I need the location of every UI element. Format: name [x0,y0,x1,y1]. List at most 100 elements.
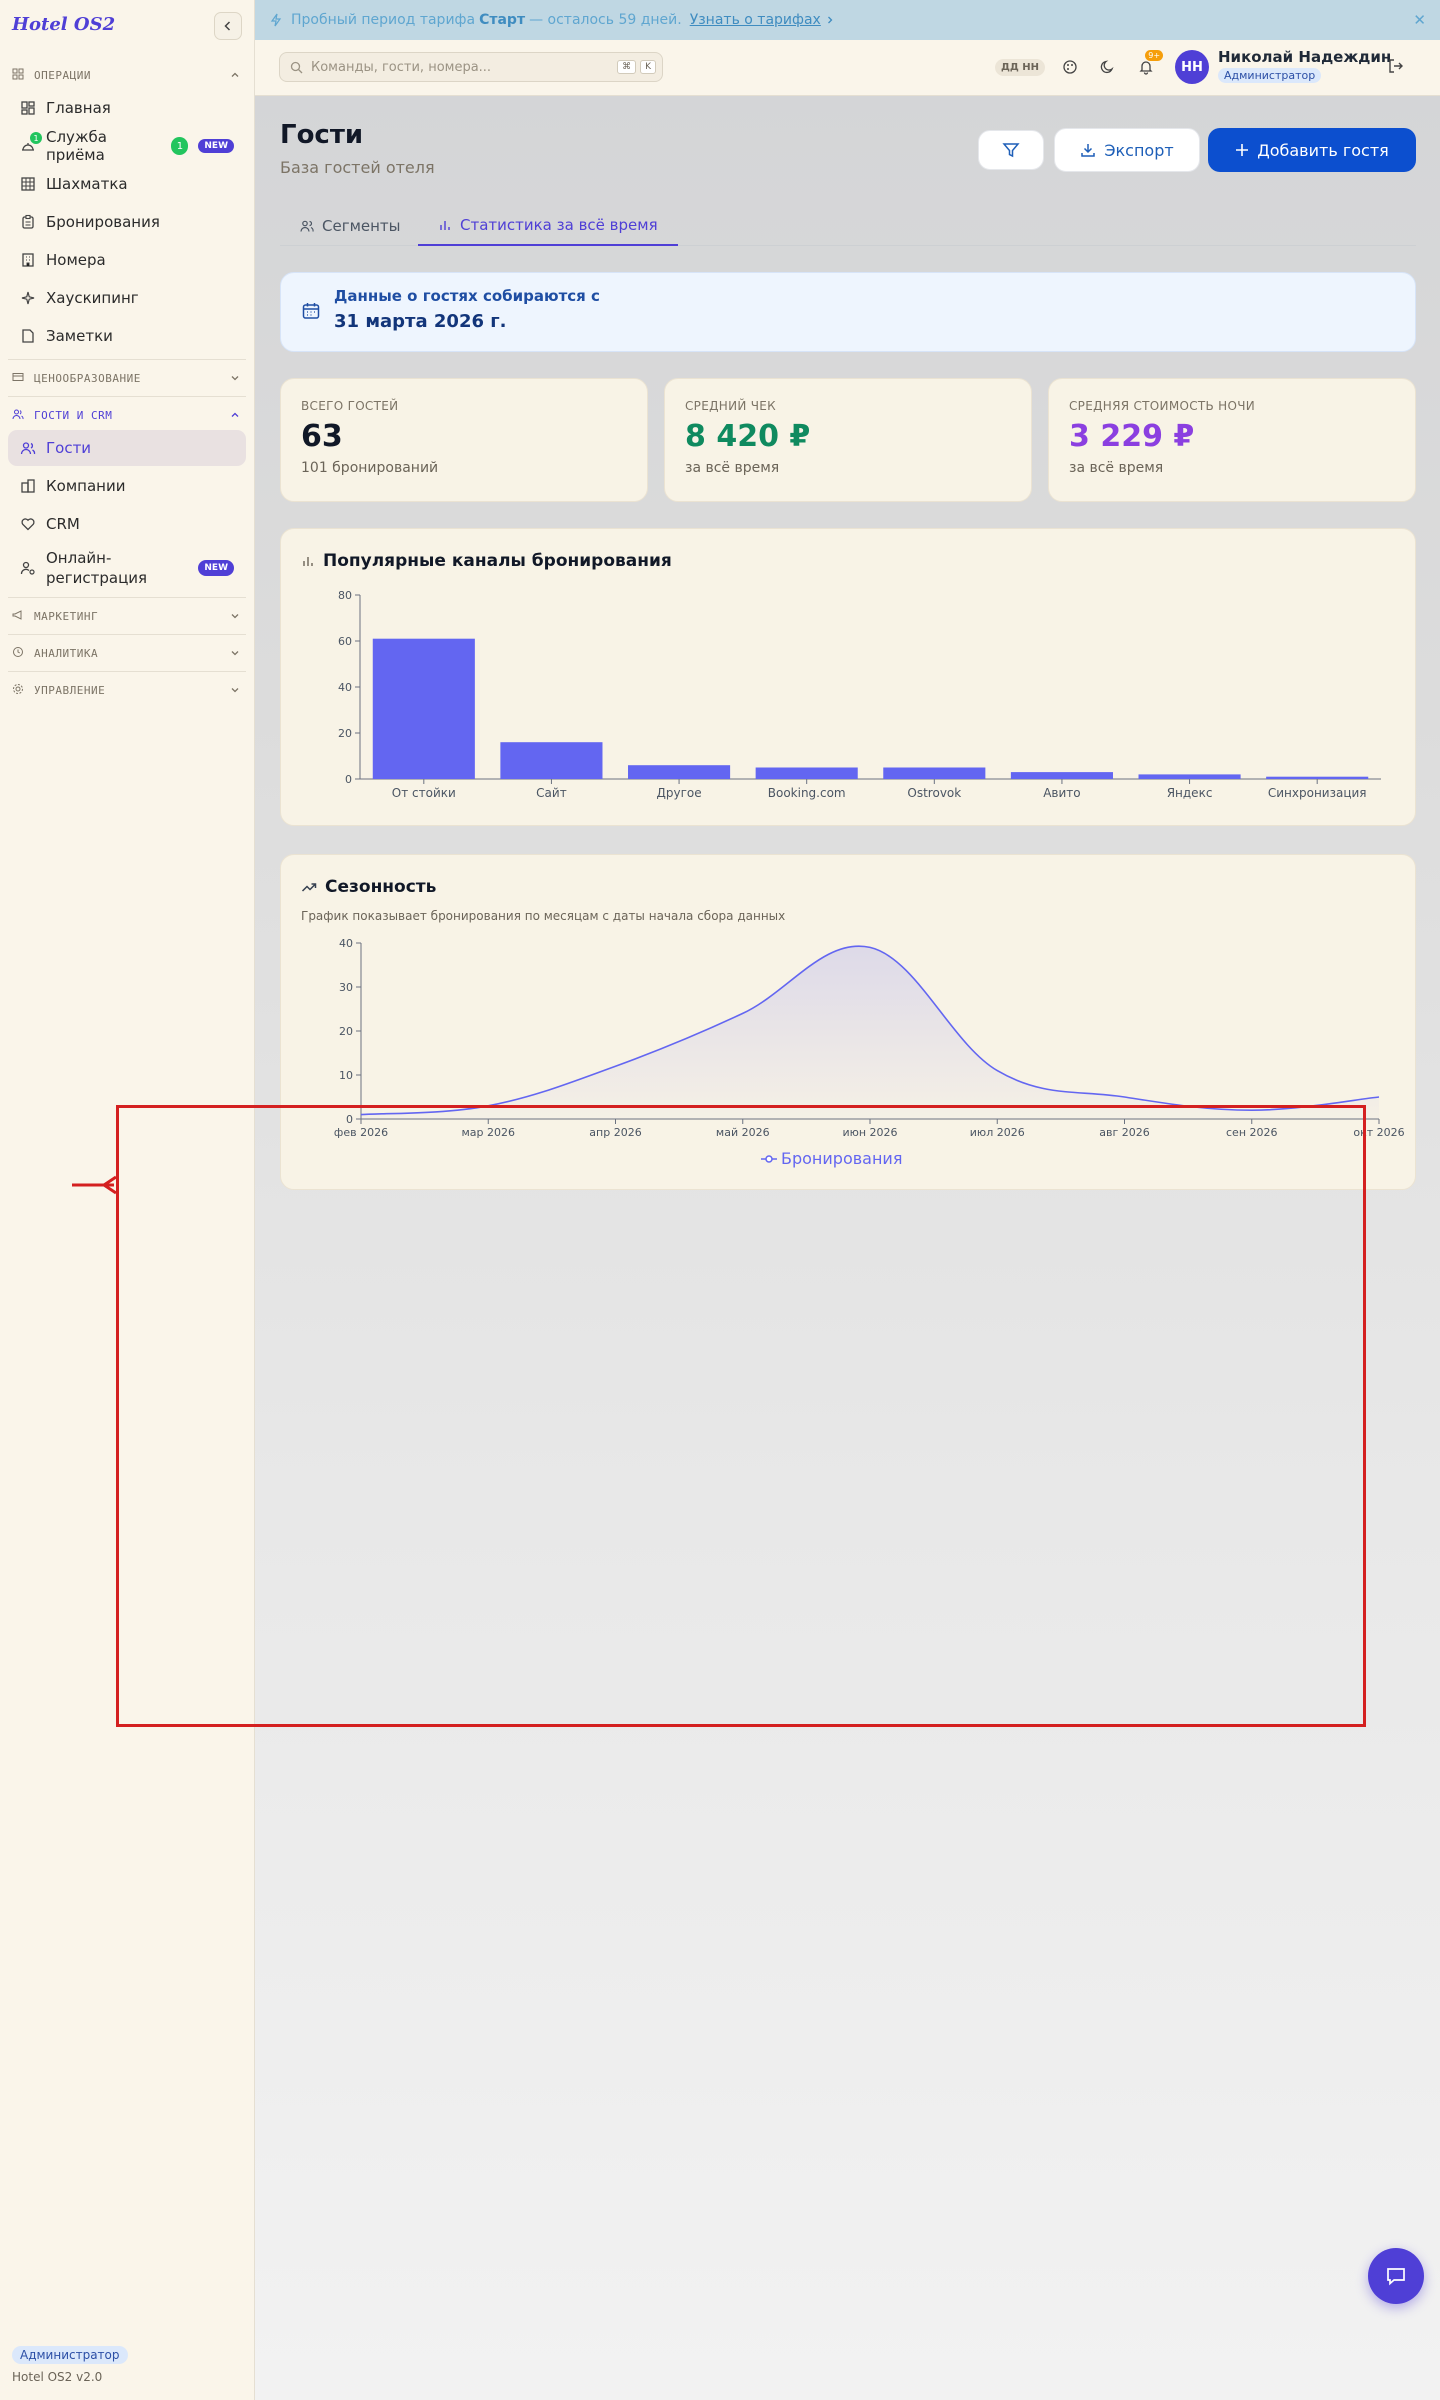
credit-card-icon [12,371,26,385]
section-label: АНАЛИТИКА [34,646,99,660]
sidebar-item-chess[interactable]: Шахматка [8,166,246,202]
calendar-icon [301,301,321,325]
divider [8,359,246,360]
data-collection-notice: Данные о гостях собираются с 31 марта 20… [280,272,1416,352]
x-tick-label: Синхронизация [1268,786,1367,800]
sidebar-item-label: Заметки [46,327,113,345]
kbd-cmd: ⌘ [617,60,637,74]
heart-icon [20,516,36,532]
stat-label: СРЕДНИЙ ЧЕК [685,399,776,413]
bar [883,767,986,779]
kbd-k: K [640,60,656,74]
building-icon [20,252,36,268]
download-icon [1080,142,1096,158]
shortcut-hint: ⌘ K [613,60,656,74]
sidebar-item-rooms[interactable]: Номера [8,242,246,278]
bell-icon[interactable]: 9+ [1133,50,1164,80]
sidebar-item-guests[interactable]: Гости [8,430,246,466]
notification-count: 9+ [1145,50,1164,61]
x-tick-label: Другое [657,786,702,800]
page-title: Гости [280,120,364,150]
user-key-icon [20,560,36,576]
tab-segments[interactable]: Сегменты [280,206,421,246]
bar [628,765,731,779]
y-tick-label: 10 [339,1069,353,1082]
sidebar-item-home[interactable]: Главная [8,90,246,126]
export-button[interactable]: Экспорт [1054,128,1200,172]
chevron-up-icon [230,410,240,420]
sidebar-item-crm[interactable]: CRM [8,506,246,542]
palette-icon[interactable] [1057,54,1083,80]
series-area [361,946,1379,1119]
close-icon[interactable]: ✕ [1413,11,1426,29]
initials-pill[interactable]: ДД НН [995,58,1046,76]
search-icon [290,61,303,74]
section-marketing[interactable]: МАРКЕТИНГ [8,603,246,629]
bar [755,767,858,779]
export-label: Экспорт [1104,140,1174,160]
divider [8,396,246,397]
chevron-down-icon [230,373,240,383]
sidebar-item-label: Номера [46,251,106,269]
bar [1266,776,1369,779]
grid-icon [12,68,26,82]
avatar[interactable]: НН [1175,50,1209,84]
trial-banner: Пробный период тарифа Старт — осталось 5… [255,0,1440,40]
section-label: ЦЕНООБРАЗОВАНИЕ [34,371,141,385]
brand-logo[interactable]: Hotel OS2 [12,14,115,35]
sidebar-footer: Администратор Hotel OS2 v2.0 [12,2344,128,2384]
section-label: УПРАВЛЕНИЕ [34,683,106,697]
section-analytics[interactable]: АНАЛИТИКА [8,640,246,666]
tab-label: Статистика за всё время [460,216,658,234]
stat-sub: за всё время [1069,460,1164,476]
y-tick-label: 80 [338,589,352,602]
stat-value: 8 420 ₽ [685,419,811,454]
sidebar-item-housekeeping[interactable]: Хаускипинг [8,280,246,316]
dashboard-icon [20,100,36,116]
bar [372,638,475,779]
y-tick-label: 60 [338,635,352,648]
chevron-down-icon [230,648,240,658]
header-actions: ДД НН 9+ [995,50,1164,80]
users-icon [300,219,314,233]
logout-icon[interactable] [1387,57,1405,79]
gear-icon [12,683,26,697]
sidebar-item-online-registration[interactable]: Онлайн-регистрация NEW [8,544,246,592]
stat-card-average-night: СРЕДНЯЯ СТОИМОСТЬ НОЧИ 3 229 ₽ за всё вр… [1048,378,1416,502]
zap-icon [269,13,283,27]
annotation-arrow-icon [72,1175,117,1195]
sparkles-icon [20,290,36,306]
sidebar-item-label: CRM [46,515,80,533]
users-icon [12,408,26,422]
pricing-link[interactable]: Узнать о тарифах [690,12,821,28]
page-subtitle: База гостей отеля [280,158,435,177]
trial-suffix: — осталось 59 дней. [529,12,682,28]
tab-statistics[interactable]: Статистика за всё время [418,206,678,246]
search-input[interactable]: Команды, гости, номера... ⌘ K [279,52,663,82]
chat-button[interactable] [1368,2248,1424,2304]
role-badge: Администратор [12,2346,128,2364]
y-tick-label: 20 [338,727,352,740]
add-guest-button[interactable]: Добавить гостя [1208,128,1416,172]
sidebar-item-bookings[interactable]: Бронирования [8,204,246,240]
collapse-sidebar-button[interactable] [214,12,242,40]
users-icon [20,440,36,456]
sidebar-item-companies[interactable]: Компании [8,468,246,504]
y-tick-label: 40 [339,937,353,950]
section-guests-crm[interactable]: ГОСТИ И CRM [8,402,246,428]
chevron-down-icon [230,685,240,695]
section-operations[interactable]: ОПЕРАЦИИ [8,62,246,88]
filter-button[interactable] [978,130,1044,170]
section-label: ОПЕРАЦИИ [34,68,91,82]
trial-prefix: Пробный период тарифа [291,12,476,28]
megaphone-icon [12,609,26,623]
moon-icon[interactable] [1095,54,1121,80]
sidebar-nav: ОПЕРАЦИИ Главная 1 Служба приёма 1 NEW Ш… [8,62,246,703]
sidebar-item-reception[interactable]: 1 Служба приёма 1 NEW [8,128,246,164]
new-badge: NEW [198,559,234,577]
sidebar-item-notes[interactable]: Заметки [8,318,246,354]
notice-line-1: Данные о гостях собираются с [334,287,600,305]
stat-value: 63 [301,419,343,454]
section-pricing[interactable]: ЦЕНООБРАЗОВАНИЕ [8,365,246,391]
section-management[interactable]: УПРАВЛЕНИЕ [8,677,246,703]
